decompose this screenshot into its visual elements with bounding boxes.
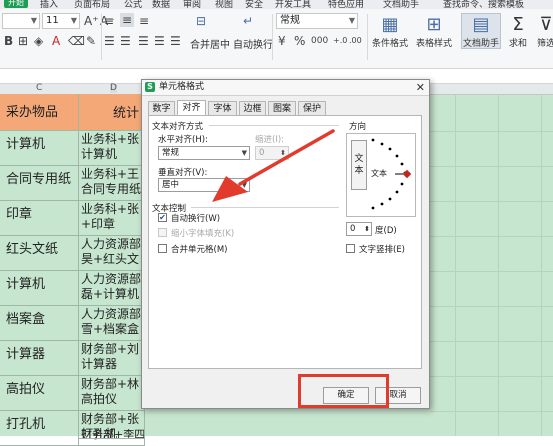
red-arrow-annotation	[212, 129, 335, 202]
